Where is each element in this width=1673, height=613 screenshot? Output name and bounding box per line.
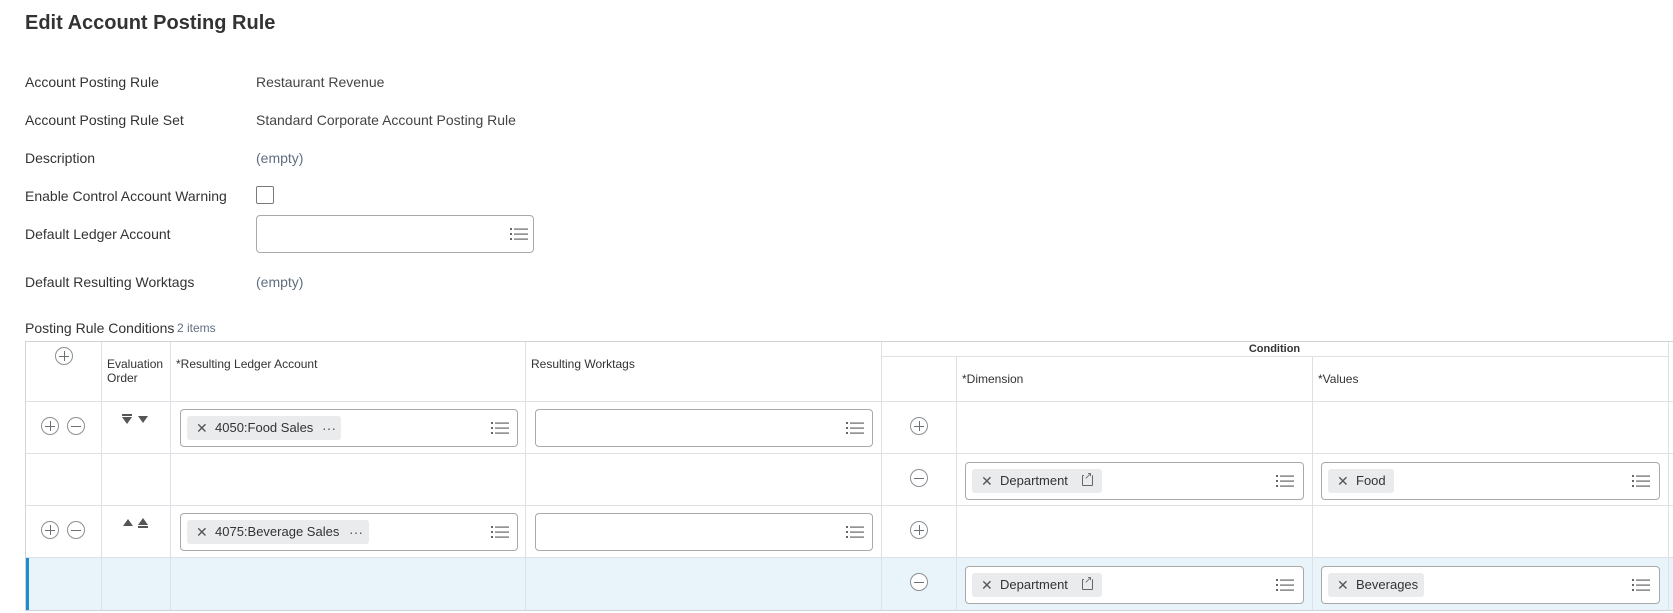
remove-row-button[interactable]	[67, 417, 85, 435]
list-icon[interactable]	[491, 525, 509, 539]
default-worktags-label: Default Resulting Worktags	[25, 274, 195, 290]
control-warning-checkbox[interactable]	[256, 186, 274, 204]
ledger-account-tag[interactable]: ✕ 4075:Beverage Sales ···	[187, 520, 369, 544]
add-condition-button[interactable]	[910, 417, 928, 435]
description-label: Description	[25, 150, 96, 166]
header-evaluation-order: Evaluation Order	[107, 357, 164, 385]
list-icon[interactable]	[510, 227, 528, 241]
values-input[interactable]: ✕ Food	[1321, 462, 1660, 500]
move-down-icon[interactable]	[138, 414, 150, 426]
list-icon[interactable]	[1276, 474, 1294, 488]
move-to-top-icon[interactable]	[138, 518, 150, 530]
x-icon[interactable]: ✕	[981, 469, 993, 493]
dimension-tag-label: Department	[1000, 473, 1068, 488]
default-worktags-value[interactable]: (empty)	[256, 274, 303, 290]
header-dimension: *Dimension	[962, 372, 1024, 386]
ledger-account-tag-label: 4050:Food Sales	[215, 420, 314, 435]
list-icon[interactable]	[846, 525, 864, 539]
list-icon[interactable]	[1632, 474, 1650, 488]
external-link-icon[interactable]	[1082, 472, 1093, 486]
x-icon[interactable]: ✕	[1337, 469, 1349, 493]
remove-row-button[interactable]	[67, 521, 85, 539]
add-condition-button[interactable]	[910, 521, 928, 539]
rule-set-value: Standard Corporate Account Posting Rule	[256, 112, 516, 128]
dimension-tag[interactable]: ✕ Department	[972, 573, 1102, 597]
ellipsis-icon[interactable]: ···	[349, 520, 363, 544]
default-ledger-input[interactable]	[256, 215, 534, 253]
list-icon[interactable]	[1276, 578, 1294, 592]
values-tag-label: Beverages	[1356, 577, 1419, 592]
ledger-account-tag[interactable]: ✕ 4050:Food Sales ···	[187, 416, 341, 440]
dimension-input[interactable]: ✕ Department	[965, 566, 1304, 604]
values-tag-label: Food	[1356, 473, 1386, 488]
posting-rule-conditions-count: 2 items	[177, 321, 216, 335]
dimension-tag-label: Department	[1000, 577, 1068, 592]
ledger-account-tag-label: 4075:Beverage Sales	[215, 524, 340, 539]
header-resulting-worktags: Resulting Worktags	[531, 357, 635, 371]
header-condition: Condition	[1248, 343, 1301, 355]
remove-condition-button[interactable]	[910, 573, 928, 591]
ledger-account-input[interactable]: ✕ 4075:Beverage Sales ···	[180, 513, 518, 551]
worktags-input[interactable]	[535, 409, 873, 447]
list-icon[interactable]	[491, 421, 509, 435]
x-icon[interactable]: ✕	[196, 416, 208, 440]
default-ledger-label: Default Ledger Account	[25, 226, 171, 242]
posting-rule-conditions-grid: Evaluation Order *Resulting Ledger Accou…	[25, 341, 1673, 611]
move-up-icon[interactable]	[123, 518, 135, 530]
remove-condition-button[interactable]	[910, 469, 928, 487]
account-posting-rule-label: Account Posting Rule	[25, 74, 159, 90]
ledger-account-input[interactable]: ✕ 4050:Food Sales ···	[180, 409, 518, 447]
list-icon[interactable]	[846, 421, 864, 435]
x-icon[interactable]: ✕	[981, 573, 993, 597]
header-resulting-ledger-account: *Resulting Ledger Account	[176, 357, 318, 371]
worktags-input[interactable]	[535, 513, 873, 551]
x-icon[interactable]: ✕	[196, 520, 208, 544]
ellipsis-icon[interactable]: ···	[322, 416, 336, 440]
header-values: *Values	[1318, 372, 1359, 386]
add-row-header-button[interactable]	[55, 347, 73, 365]
external-link-icon[interactable]	[1082, 576, 1093, 590]
values-tag[interactable]: ✕ Beverages	[1328, 573, 1424, 597]
posting-rule-conditions-title: Posting Rule Conditions	[25, 320, 175, 336]
page-title: Edit Account Posting Rule	[25, 12, 276, 34]
values-input[interactable]: ✕ Beverages	[1321, 566, 1660, 604]
add-row-button[interactable]	[41, 417, 59, 435]
control-warning-label: Enable Control Account Warning	[25, 188, 227, 204]
description-value[interactable]: (empty)	[256, 150, 303, 166]
add-row-button[interactable]	[41, 521, 59, 539]
account-posting-rule-value: Restaurant Revenue	[256, 74, 385, 90]
values-tag[interactable]: ✕ Food	[1328, 469, 1394, 493]
move-to-bottom-icon[interactable]	[122, 414, 134, 426]
dimension-input[interactable]: ✕ Department	[965, 462, 1304, 500]
x-icon[interactable]: ✕	[1337, 573, 1349, 597]
rule-set-label: Account Posting Rule Set	[25, 112, 184, 128]
dimension-tag[interactable]: ✕ Department	[972, 469, 1102, 493]
selected-row-indicator	[26, 557, 29, 610]
list-icon[interactable]	[1632, 578, 1650, 592]
